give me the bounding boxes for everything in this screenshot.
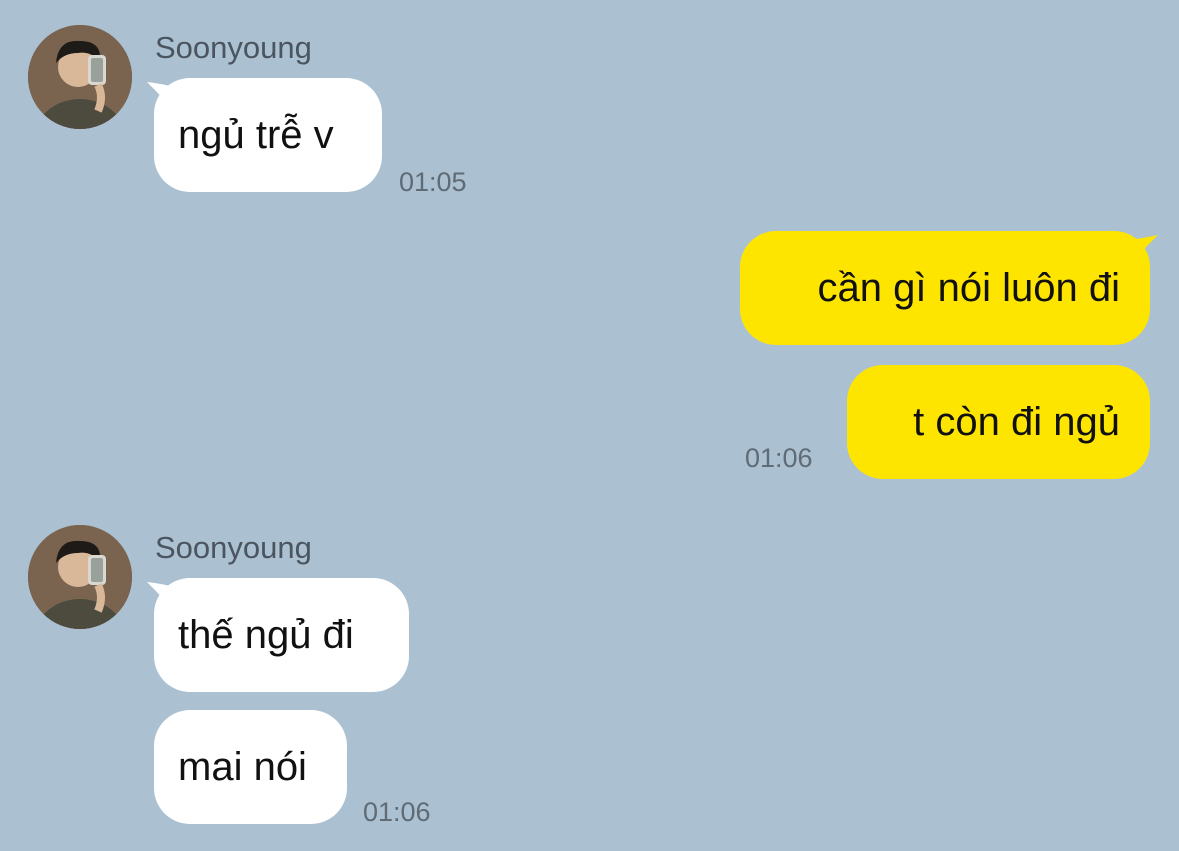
message-bubble[interactable]: cần gì nói luôn đi [740,231,1150,345]
message-bubble[interactable]: ngủ trễ v [154,78,382,192]
message-time: 01:05 [399,167,467,197]
message-bubble[interactable]: t còn đi ngủ [847,365,1150,479]
avatar[interactable] [28,25,132,129]
message-time: 01:06 [363,797,431,827]
message-bubble[interactable]: mai nói [154,710,347,824]
avatar[interactable] [28,525,132,629]
avatar-photo [28,25,132,129]
message-time: 01:06 [745,443,813,473]
message-bubble[interactable]: thế ngủ đi [154,578,409,692]
sender-name: Soonyoung [155,30,312,65]
sender-name: Soonyoung [155,530,312,565]
avatar-photo [28,525,132,629]
